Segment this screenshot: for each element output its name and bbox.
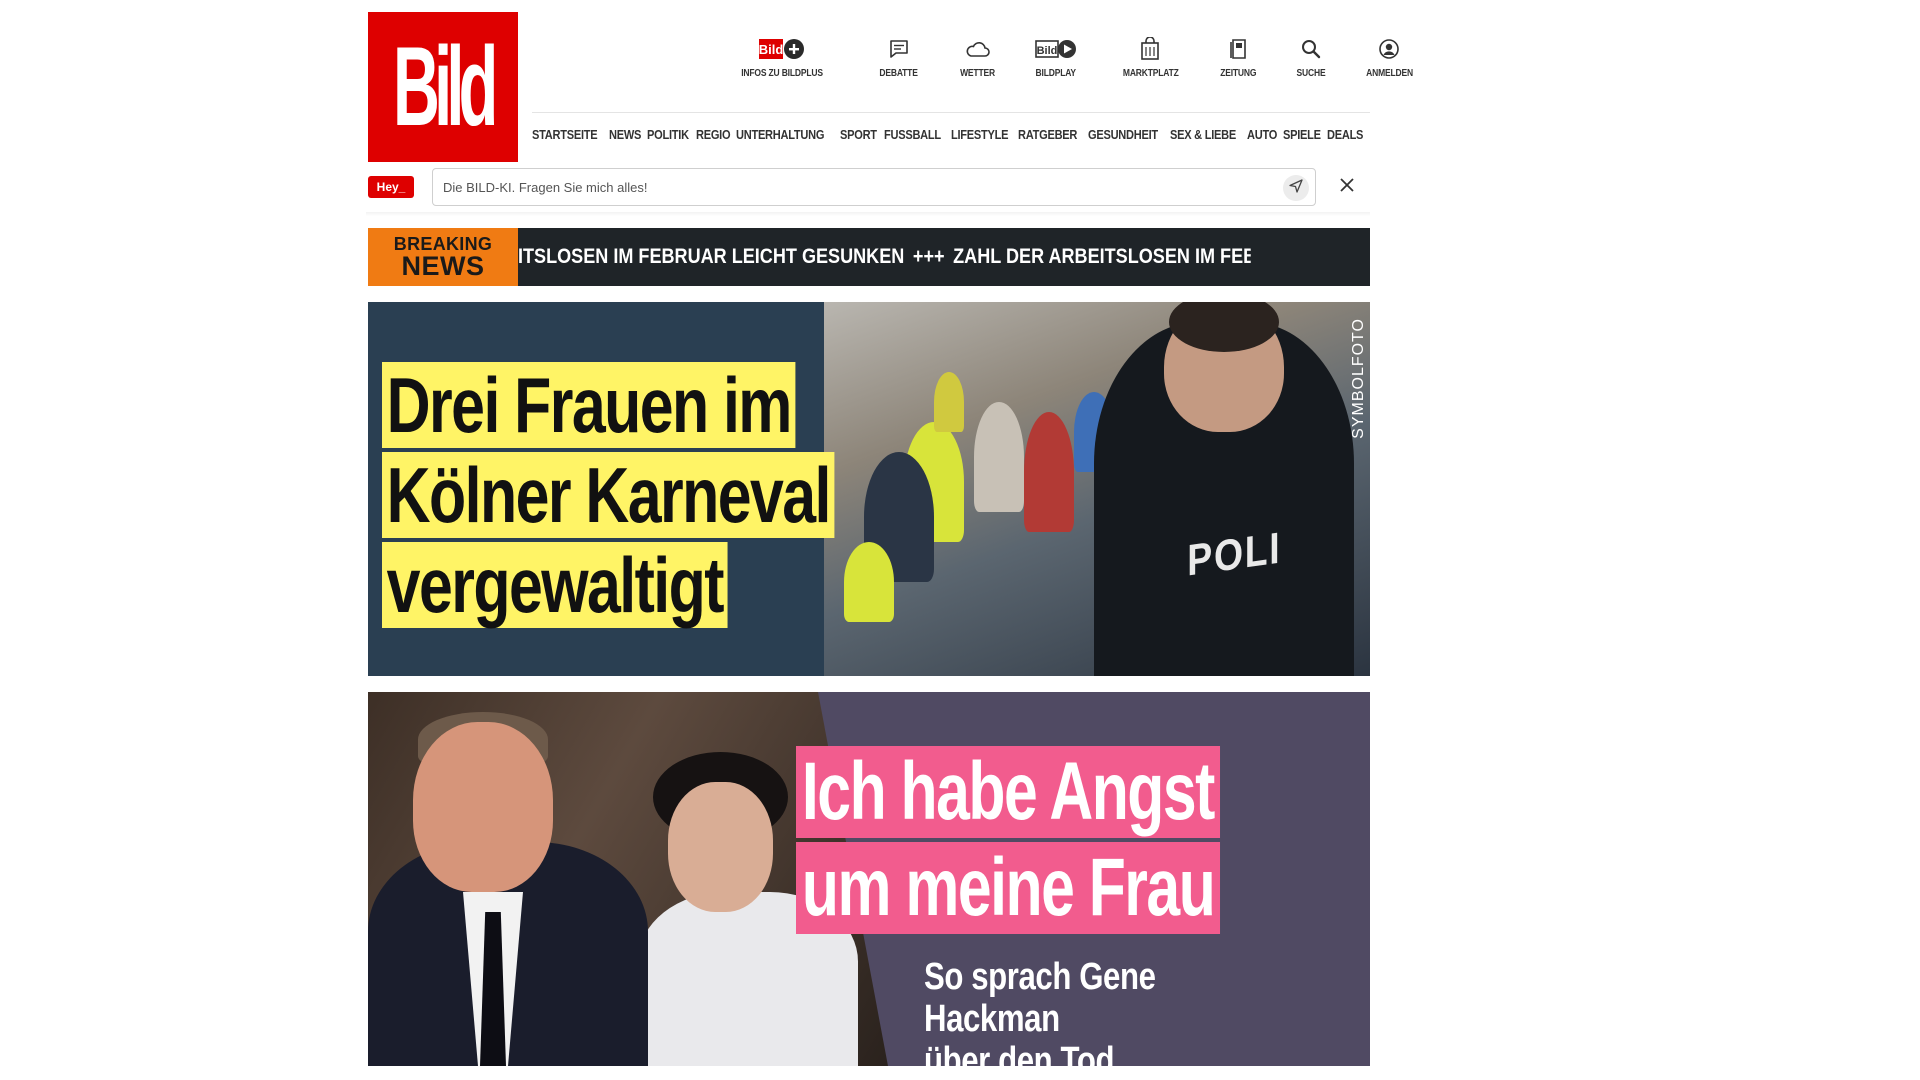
nav-item-auto[interactable]: AUTO [1247,127,1277,142]
subline-line: So sprach Gene Hackman [924,956,1156,1040]
nav-item-lifestyle[interactable]: LIFESTYLE [951,127,1009,142]
bild-logo[interactable]: Bild [368,12,518,162]
nav-item-regio[interactable]: REGIO [696,127,731,142]
marktplatz-button[interactable]: MARKTPLATZ [1118,34,1184,79]
top-icon-bar: Bild INFOS ZU BILDPLUS DEBATTE WETTER Bi… [706,34,1413,94]
bildplay-label: BILDPLAY [1035,68,1077,79]
ticker-separator: +++ [912,245,945,268]
wetter-label: WETTER [960,68,996,79]
svg-text:Bild: Bild [1037,45,1058,57]
teaser-hackman[interactable]: Ich habe Angst um meine Frau So sprach G… [368,692,1370,1066]
breaking-news-bar[interactable]: BREAKING NEWS ITSLOSEN IM FEBRUAR LEICHT… [368,228,1370,286]
headline-line: Kölner Karneval [382,452,835,538]
debatte-label: DEBATTE [879,68,918,79]
headline-line: vergewaltigt [382,542,728,628]
close-icon [1339,177,1355,198]
nav-divider [532,112,1370,113]
zeitung-label: ZEITUNG [1220,68,1257,79]
search-icon [1300,34,1322,64]
bildplus-label: INFOS ZU BILDPLUS [741,68,823,79]
bildplay-icon: Bild [1035,34,1077,64]
suche-label: SUCHE [1296,68,1326,79]
shopping-bag-icon [1139,34,1161,64]
debatte-button[interactable]: DEBATTE [876,34,921,79]
headline-line: Drei Frauen im [382,362,796,448]
nav-item-news[interactable]: NEWS [609,127,641,142]
subline-line: über den Tod [924,1040,1115,1066]
send-button[interactable] [1283,175,1309,201]
cloud-icon [965,34,991,64]
nav-item-spiele[interactable]: SPIELE [1283,127,1321,142]
nav-item-ratgeber[interactable]: RATGEBER [1018,127,1077,142]
breaking-label-line1: BREAKING [393,233,493,254]
nav-item-sport[interactable]: SPORT [840,127,877,142]
teaser1-headline: Drei Frauen im Kölner Karneval vergewalt… [382,362,962,632]
breaking-label-line2: NEWS [401,250,485,281]
nav-item-unterhaltung[interactable]: UNTERHALTUNG [736,127,824,142]
bildplus-icon: Bild [759,34,805,64]
anmelden-label: ANMELDEN [1365,68,1413,79]
page: Bild Bild INFOS ZU BILDPLUS DEBATTE WETT… [366,0,1413,1080]
nav-item-fussball[interactable]: FUSSBALL [884,127,941,142]
bildplus-info-button[interactable]: Bild INFOS ZU BILDPLUS [734,34,830,79]
user-icon [1378,34,1400,64]
svg-text:Bild: Bild [759,42,783,57]
nav-item-startseite[interactable]: STARTSEITE [532,127,598,142]
news-ticker: ITSLOSEN IM FEBRUAR LEICHT GESUNKEN +++ … [518,228,1251,286]
main-nav: STARTSEITE NEWS POLITIK REGIO UNTERHALTU… [532,127,1370,142]
headline-line: Ich habe Angst [796,746,1220,838]
suche-button[interactable]: SUCHE [1294,34,1328,79]
close-button[interactable] [1334,174,1360,200]
teaser2-headline: Ich habe Angst um meine Frau [796,746,1369,938]
ticker-text: ZAHL DER ARBEITSLOSEN IM FEBRUAR LEICHT … [953,245,1251,268]
nav-item-gesundheit[interactable]: GESUNDHEIT [1088,127,1158,142]
logo-text: Bild [393,24,498,149]
nav-item-deals[interactable]: DEALS [1327,127,1363,142]
chat-bubble-icon [888,34,910,64]
nav-item-sex-liebe[interactable]: SEX & LIEBE [1170,127,1236,142]
marktplatz-label: MARKTPLATZ [1122,68,1179,79]
zeitung-button[interactable]: ZEITUNG [1217,34,1260,79]
ai-search-box [432,168,1316,206]
breaking-news-label: BREAKING NEWS [368,228,518,286]
teaser-karneval[interactable]: POLI SYMBOLFOTO Drei Frauen im Kölner Ka… [368,302,1370,676]
anmelden-button[interactable]: ANMELDEN [1362,34,1417,79]
nav-item-politik[interactable]: POLITIK [647,127,689,142]
wetter-button[interactable]: WETTER [957,34,998,79]
symbolfoto-label: SYMBOLFOTO [1350,318,1367,439]
newspaper-icon [1229,34,1248,64]
search-row-shadow [366,212,1370,216]
bildplay-button[interactable]: Bild BILDPLAY [1032,34,1079,79]
hey-badge: Hey_ [368,176,414,198]
teaser2-subline: So sprach Gene Hackman über den Tod [924,956,1290,1066]
headline-line: um meine Frau [796,842,1221,934]
ticker-text: ITSLOSEN IM FEBRUAR LEICHT GESUNKEN [518,245,905,268]
ai-search-input[interactable] [433,169,1253,205]
send-icon [1289,178,1303,198]
